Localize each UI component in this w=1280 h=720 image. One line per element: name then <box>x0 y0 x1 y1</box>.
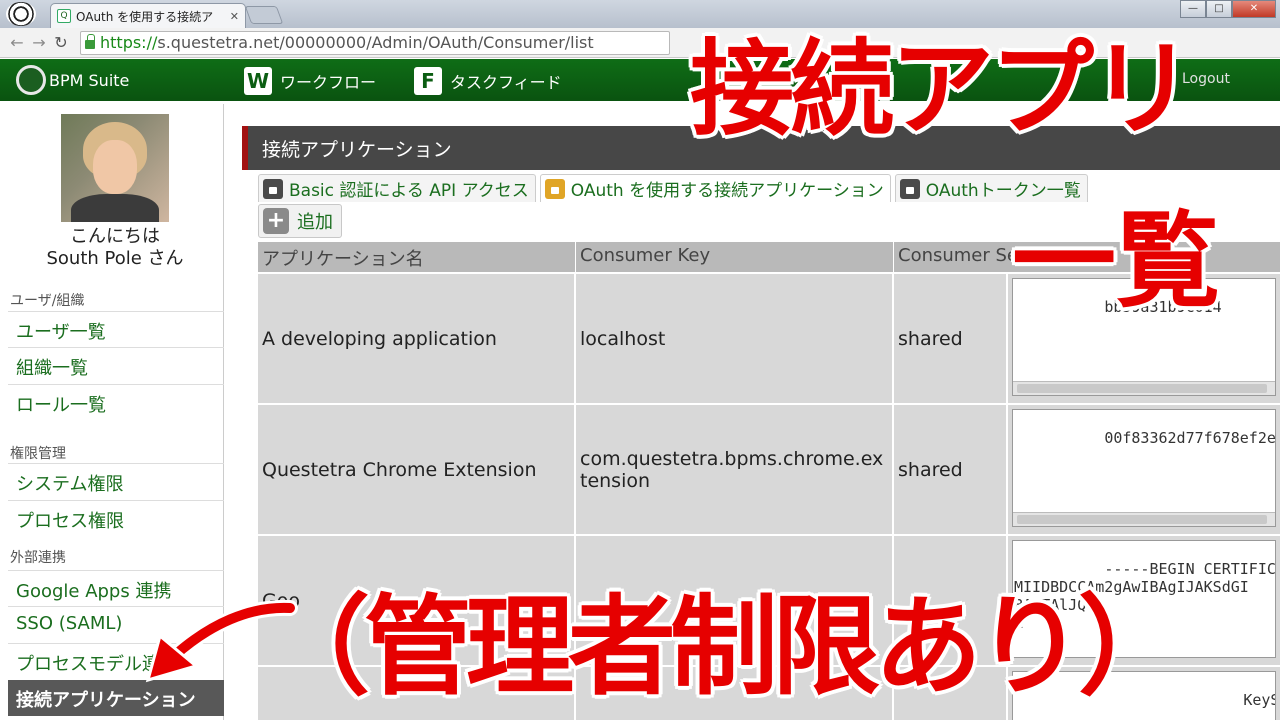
window-controls: — □ ✕ <box>1180 0 1276 18</box>
close-tab-icon[interactable]: ✕ <box>230 10 239 23</box>
column-app-name[interactable]: アプリケーション名 <box>258 242 576 272</box>
overlay-admin-note: （管理者制限あり） <box>262 585 1186 710</box>
plus-icon: + <box>263 208 289 234</box>
sidebar-item-role-list[interactable]: ロール一覧 <box>8 384 224 420</box>
padlock-icon <box>899 178 920 199</box>
consumer-key: com.questetra.bpms.chrome.extension <box>576 405 894 534</box>
brand-name: BPM Suite <box>49 70 130 90</box>
padlock-icon <box>263 178 283 199</box>
tab-oauth-apps-label: OAuth を使用する接続アプリケーション <box>570 181 884 201</box>
sidebar-item-system-permissions[interactable]: システム権限 <box>8 463 224 499</box>
sidebar-item-user-list[interactable]: ユーザ一覧 <box>8 311 224 347</box>
column-consumer-key[interactable]: Consumer Key <box>576 242 894 272</box>
taskfeed-icon: F <box>414 67 442 95</box>
secret-value: KeySe <box>1243 691 1275 709</box>
sidebar-item-org-list[interactable]: 組織一覧 <box>8 347 224 383</box>
nav-workflow[interactable]: W ワークフロー <box>244 67 376 95</box>
tab-basic-auth[interactable]: Basic 認証による API アクセス <box>258 174 536 202</box>
close-window-button[interactable]: ✕ <box>1232 0 1276 18</box>
url-scheme: https:// <box>100 33 158 52</box>
section-permissions: 権限管理 <box>10 446 66 462</box>
secret-cell: 00f83362d77f678ef2e5956f56 <box>1008 405 1280 534</box>
subtabs: Basic 認証による API アクセス OAuth を使用する接続アプリケーシ… <box>258 174 1092 202</box>
secret-value: 00f83362d77f678ef2e5956f56 <box>1104 429 1276 447</box>
lock-icon <box>85 34 95 49</box>
consumer-key: localhost <box>576 274 894 403</box>
section-integration: 外部連携 <box>10 550 66 566</box>
back-arrow-icon[interactable]: ← <box>6 33 28 52</box>
nav-workflow-label: ワークフロー <box>280 73 377 92</box>
soccer-ball-icon <box>6 2 36 26</box>
maximize-button[interactable]: □ <box>1206 0 1232 18</box>
horizontal-scrollbar[interactable] <box>1013 512 1275 526</box>
table-row[interactable]: Questetra Chrome Extension com.questetra… <box>258 403 1280 534</box>
nav-taskfeed[interactable]: F タスクフィード <box>414 67 562 95</box>
tab-oauth-apps[interactable]: OAuth を使用する接続アプリケーション <box>539 174 891 202</box>
url-path: s.questetra.net/00000000/Admin/OAuth/Con… <box>157 33 594 52</box>
brand-logo[interactable]: BPM Suite <box>16 65 129 95</box>
greeting-hello: こんにちは <box>70 226 160 247</box>
add-button-label: 追加 <box>297 212 333 233</box>
secret-type: shared <box>894 405 1008 534</box>
greeting-user: South Pole さん <box>46 248 184 269</box>
avatar <box>61 114 169 222</box>
forward-arrow-icon[interactable]: → <box>28 33 50 52</box>
section-users-orgs: ユーザ/組織 <box>10 293 85 309</box>
browser-tab[interactable]: Q OAuth を使用する接続ア ✕ <box>50 3 246 28</box>
workflow-icon: W <box>244 67 272 95</box>
overlay-subtitle: 一覧 <box>1012 200 1221 322</box>
tab-basic-auth-label: Basic 認証による API アクセス <box>289 181 529 201</box>
new-tab-button[interactable] <box>244 6 284 24</box>
questetra-logo-icon <box>16 65 46 95</box>
padlock-icon <box>544 178 565 199</box>
greeting: こんにちは South Pole さん <box>6 226 224 270</box>
browser-tab-title: OAuth を使用する接続ア <box>76 9 214 24</box>
pointer-arrow-icon <box>145 599 298 683</box>
app-name[interactable]: A developing application <box>258 274 576 403</box>
secret-type: shared <box>894 274 1008 403</box>
nav-taskfeed-label: タスクフィード <box>450 73 562 92</box>
reload-icon[interactable]: ↻ <box>50 33 72 52</box>
questetra-favicon-icon: Q <box>57 9 71 23</box>
overlay-title: 接続アプリ <box>690 28 1194 150</box>
app-name[interactable]: Questetra Chrome Extension <box>258 405 576 534</box>
address-bar[interactable]: https:// s.questetra.net/00000000/Admin/… <box>80 30 670 55</box>
sidebar-item-process-permissions[interactable]: プロセス権限 <box>8 500 224 536</box>
horizontal-scrollbar[interactable] <box>1013 381 1275 395</box>
secret-textarea[interactable]: 00f83362d77f678ef2e5956f56 <box>1012 409 1276 527</box>
add-button[interactable]: + 追加 <box>258 204 342 238</box>
